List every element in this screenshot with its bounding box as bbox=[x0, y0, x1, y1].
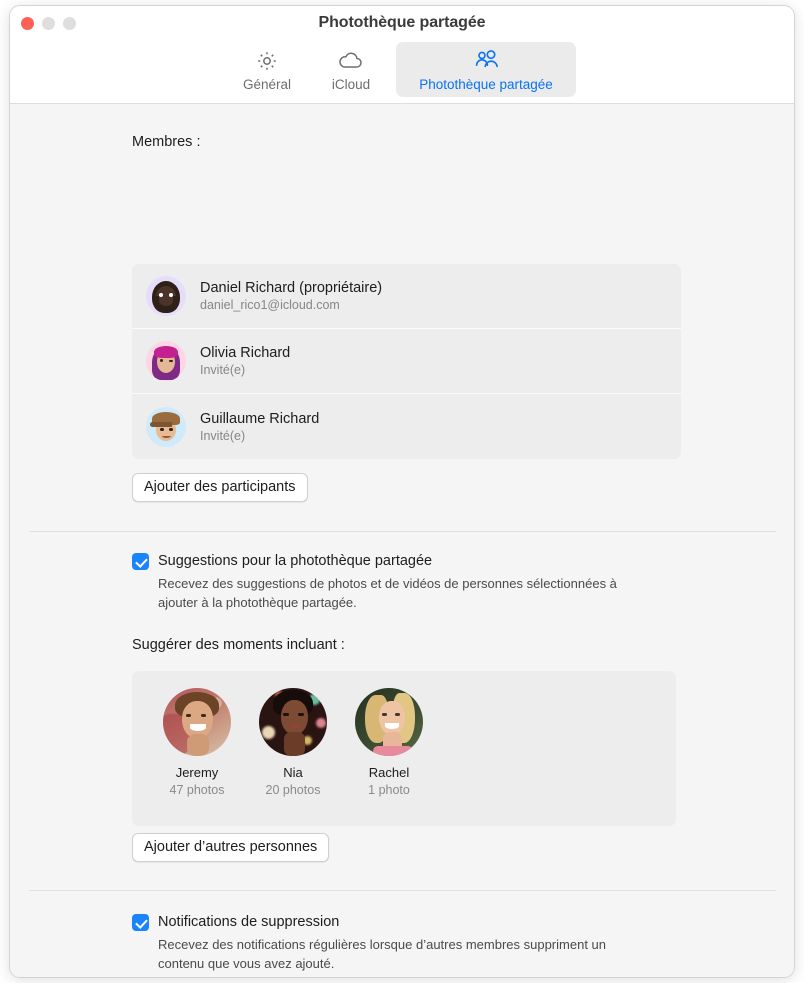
table-row[interactable]: Olivia Richard Invité(e) bbox=[132, 329, 681, 394]
divider bbox=[29, 890, 776, 891]
window-titlebar: Photothèque partagée Général iCloud Phot… bbox=[10, 6, 794, 104]
person-name: Rachel bbox=[368, 765, 410, 780]
list-item[interactable]: Nia 20 photos bbox=[252, 688, 334, 797]
list-item[interactable]: Jeremy 47 photos bbox=[156, 688, 238, 797]
deletion-notifications-description: Recevez des notifications régulières lor… bbox=[158, 937, 606, 971]
suggest-moments-label: Suggérer des moments incluant : bbox=[132, 637, 345, 653]
suggested-people-box: Jeremy 47 photos Nia 20 photos Rachel 1 … bbox=[132, 671, 676, 826]
suggestions-checkbox-label: Suggestions pour la photothèque partagée bbox=[158, 553, 433, 569]
avatar bbox=[146, 406, 186, 447]
cloud-icon bbox=[338, 48, 364, 74]
person-photo bbox=[163, 688, 231, 756]
member-detail: Invité(e) bbox=[200, 363, 246, 377]
suggestions-checkbox[interactable] bbox=[132, 553, 149, 570]
table-row[interactable]: Daniel Richard (propriétaire) daniel_ric… bbox=[132, 264, 681, 329]
person-photo bbox=[259, 688, 327, 756]
person-name: Nia bbox=[283, 765, 303, 780]
person-photo-count: 1 photo bbox=[368, 783, 410, 797]
tab-icloud[interactable]: iCloud bbox=[312, 42, 390, 97]
divider bbox=[29, 531, 776, 532]
tab-icloud-label: iCloud bbox=[331, 77, 371, 92]
preferences-window: Photothèque partagée Général iCloud Phot… bbox=[9, 5, 795, 978]
tab-general[interactable]: Général bbox=[228, 42, 306, 97]
member-name: Guillaume Richard bbox=[200, 410, 320, 427]
deletion-notifications-checkbox[interactable] bbox=[132, 914, 149, 931]
window-title: Photothèque partagée bbox=[318, 14, 486, 31]
members-label: Membres : bbox=[132, 134, 201, 150]
avatar bbox=[146, 341, 186, 381]
person-photo-count: 47 photos bbox=[169, 783, 225, 797]
suggestions-settings-group: Suggestions pour la photothèque partagée… bbox=[132, 552, 628, 612]
suggestions-description: Recevez des suggestions de photos et de … bbox=[158, 576, 617, 610]
preferences-content: Membres : Daniel Richard (propriétaire) … bbox=[10, 104, 794, 977]
tab-shared-library[interactable]: Photothèque partagée bbox=[396, 42, 576, 97]
person-name: Jeremy bbox=[175, 765, 219, 780]
table-row[interactable]: Guillaume Richard Invité(e) bbox=[132, 394, 681, 459]
gear-icon bbox=[255, 48, 279, 74]
list-item[interactable]: Rachel 1 photo bbox=[348, 688, 430, 797]
deletion-notifications-label: Notifications de suppression bbox=[158, 914, 340, 930]
notifications-settings-group: Notifications de suppression Recevez des… bbox=[132, 913, 628, 973]
add-other-people-button[interactable]: Ajouter d’autres personnes bbox=[132, 833, 330, 862]
tab-general-label: Général bbox=[242, 77, 292, 92]
person-photo-count: 20 photos bbox=[265, 783, 321, 797]
member-name: Olivia Richard bbox=[200, 345, 291, 361]
member-detail: daniel_rico1@icloud.com bbox=[200, 298, 340, 312]
members-list: Daniel Richard (propriétaire) daniel_ric… bbox=[132, 264, 681, 459]
toolbar-tabs: Général iCloud Photothèque partagée bbox=[10, 42, 794, 97]
tab-shared-library-label: Photothèque partagée bbox=[419, 77, 553, 92]
add-participants-button[interactable]: Ajouter des participants bbox=[132, 473, 308, 502]
avatar bbox=[146, 276, 186, 316]
member-name: Daniel Richard (propriétaire) bbox=[200, 280, 383, 296]
member-detail: Invité(e) bbox=[200, 428, 246, 443]
person-photo bbox=[355, 688, 423, 756]
people-icon bbox=[472, 48, 500, 74]
